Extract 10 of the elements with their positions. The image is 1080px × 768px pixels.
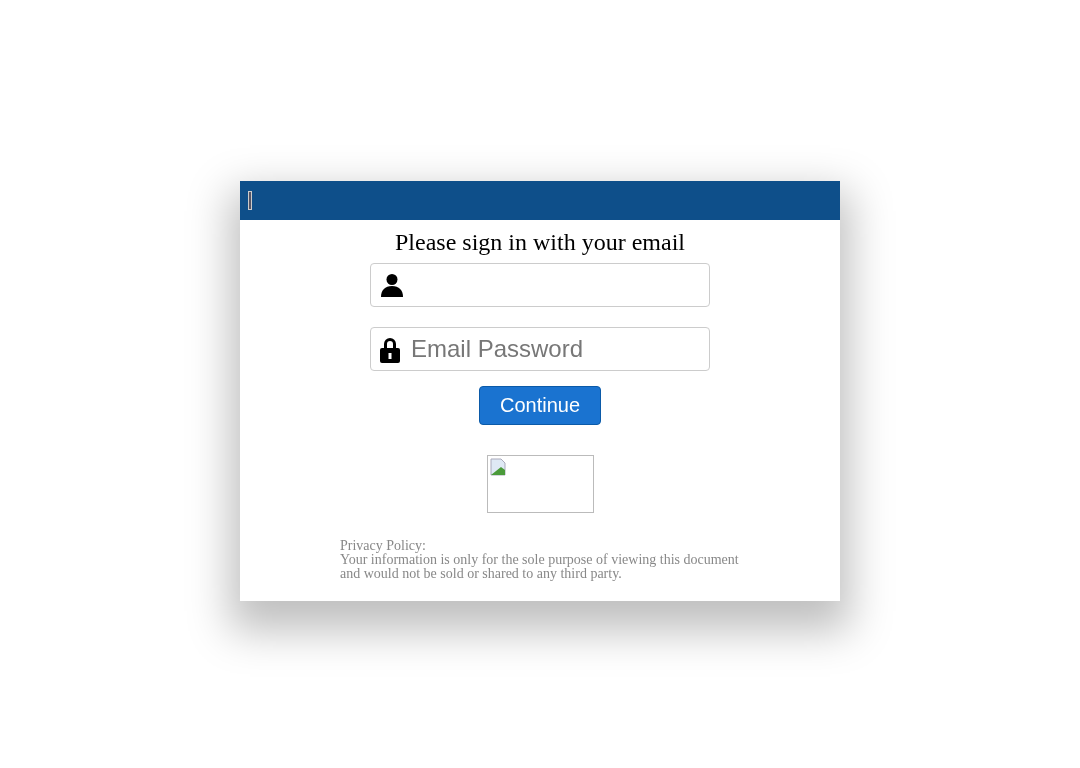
lock-icon	[380, 337, 400, 363]
privacy-title: Privacy Policy:	[340, 539, 426, 553]
privacy-text: Your information is only for the sole purpose of viewing this document and would not be sold or shared to any third party.	[340, 553, 740, 581]
email-field[interactable]	[370, 263, 710, 307]
broken-image-icon	[248, 191, 252, 210]
heading: Please sign in with your email	[394, 228, 686, 256]
person-icon	[380, 273, 404, 297]
password-field[interactable]: Email Password	[370, 327, 710, 371]
continue-button[interactable]: Continue	[479, 386, 601, 425]
broken-image-icon	[489, 458, 506, 476]
